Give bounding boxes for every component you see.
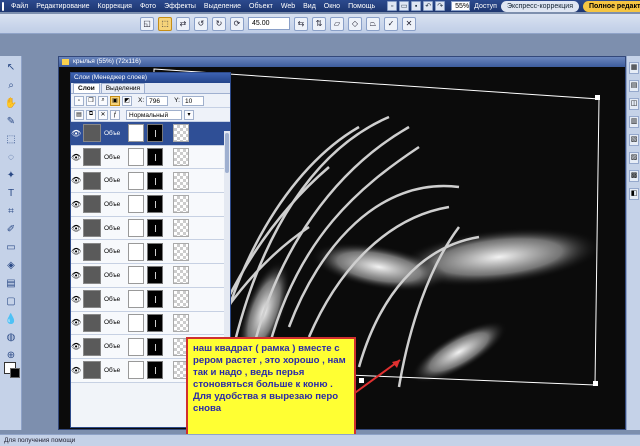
status-bar: Для получения помощи	[0, 434, 640, 446]
annotation-note: наш квадрат ( рамка ) вместе с рером рас…	[186, 337, 356, 441]
